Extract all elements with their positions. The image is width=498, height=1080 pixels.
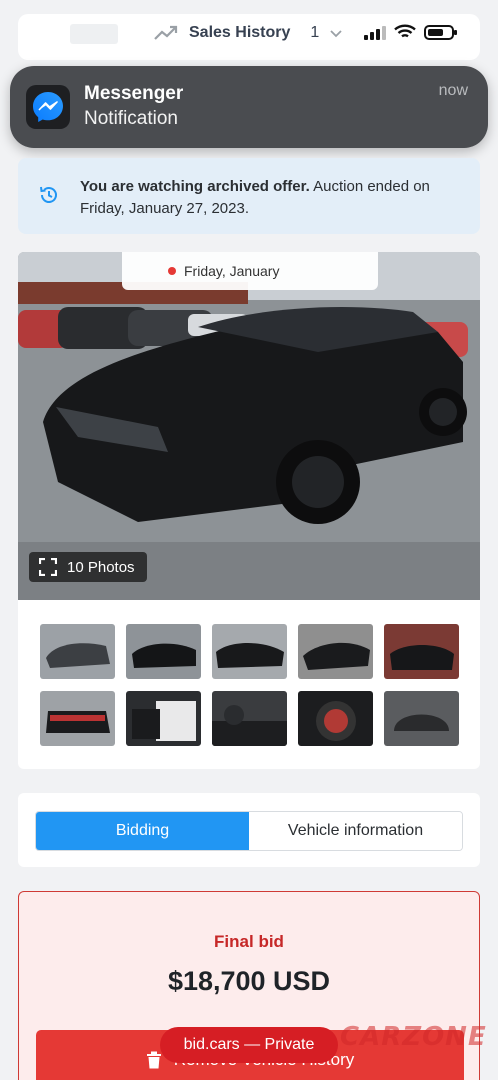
- notification-title: Messenger: [84, 83, 184, 104]
- trash-icon: [146, 1051, 161, 1069]
- thumbnail[interactable]: [40, 624, 115, 679]
- thumbnail[interactable]: [212, 624, 287, 679]
- messenger-notification[interactable]: Messenger Notification now: [10, 66, 488, 148]
- battery-icon: [424, 24, 457, 40]
- fullscreen-icon: [39, 558, 57, 576]
- wifi-icon: [394, 24, 416, 38]
- blurred-logo: [70, 24, 118, 44]
- final-bid-value: $18,700 USD: [167, 966, 331, 996]
- messenger-icon: [26, 85, 70, 129]
- live-dot-icon: [168, 267, 176, 275]
- status-icons: [364, 24, 457, 40]
- thumbnail[interactable]: [298, 691, 373, 746]
- tab-bar: Bidding Vehicle information: [35, 811, 463, 851]
- main-vehicle-photo[interactable]: Friday, January 10 Photos: [18, 252, 480, 600]
- chevron-down-icon[interactable]: [329, 28, 343, 38]
- thumbnail[interactable]: [384, 691, 459, 746]
- thumbnail[interactable]: [384, 624, 459, 679]
- cellular-signal-icon: [364, 24, 386, 40]
- photos-button-label: 10 Photos: [67, 558, 135, 576]
- vehicle-gallery: Friday, January 10 Photos: [18, 252, 480, 769]
- thumbnail[interactable]: [40, 691, 115, 746]
- alert-bold-text: You are watching archived offer.: [80, 178, 310, 195]
- thumbnail[interactable]: [212, 691, 287, 746]
- thumbnail[interactable]: [126, 624, 201, 679]
- tabs-card: Bidding Vehicle information: [18, 793, 480, 867]
- tab-bidding[interactable]: Bidding: [36, 812, 249, 850]
- auction-date-label: Friday, January: [184, 263, 280, 279]
- auction-date-pill: Friday, January: [122, 252, 378, 290]
- sales-history-link[interactable]: Sales History 1: [153, 24, 343, 42]
- notification-time: now: [438, 82, 468, 99]
- carzone-watermark: CARZONE: [340, 1022, 487, 1052]
- browser-url-pill[interactable]: bid.cars — Private: [160, 1027, 338, 1063]
- sales-history-count: 1: [310, 24, 320, 41]
- top-bar: Sales History 1: [18, 14, 480, 60]
- thumbnail[interactable]: [126, 691, 201, 746]
- sales-history-label: Sales History: [189, 24, 291, 41]
- tab-vehicle-information[interactable]: Vehicle information: [249, 812, 462, 850]
- thumbnail-grid: [40, 624, 460, 746]
- notification-body: Notification: [84, 108, 178, 129]
- thumbnail[interactable]: [298, 624, 373, 679]
- history-icon: [40, 186, 57, 203]
- photos-button[interactable]: 10 Photos: [29, 552, 147, 582]
- trending-up-icon: [154, 25, 178, 40]
- final-bid-label: Final bid: [214, 932, 284, 951]
- archived-offer-alert: You are watching archived offer. Auction…: [18, 158, 480, 234]
